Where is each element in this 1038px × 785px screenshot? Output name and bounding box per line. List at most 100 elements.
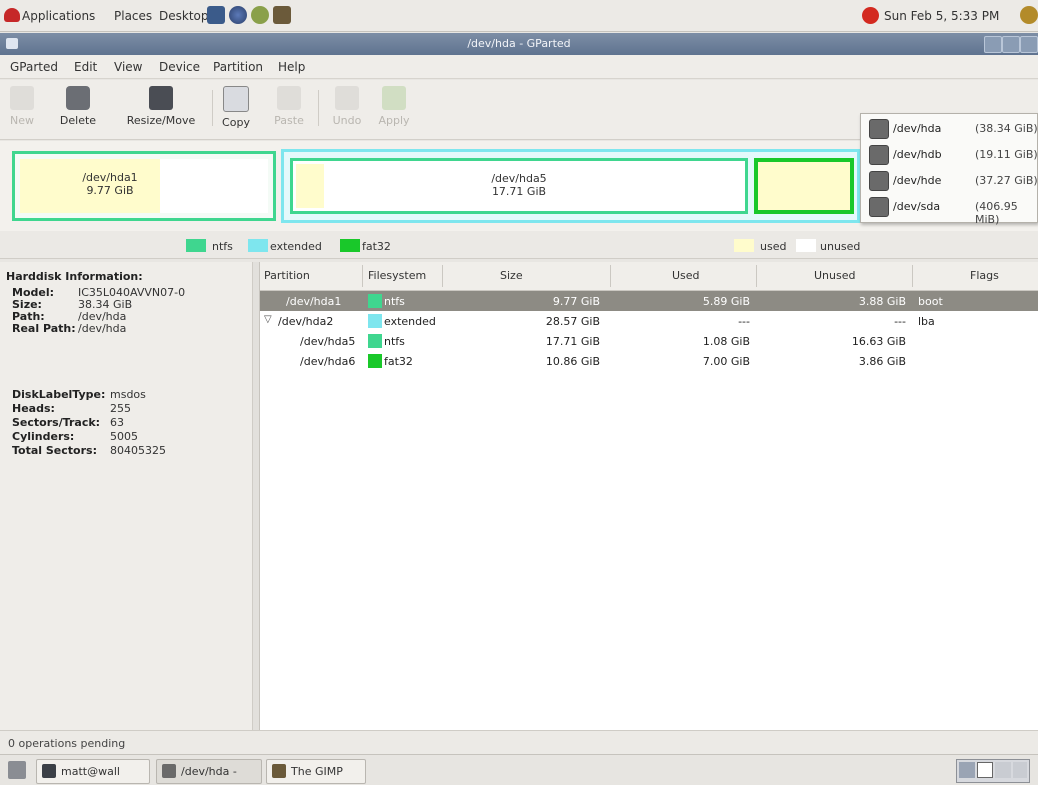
column-filesystem[interactable]: Filesystem	[368, 269, 426, 282]
cell-unused: ---	[894, 315, 906, 328]
undo-label: Undo	[332, 114, 362, 127]
cell-flags: lba	[918, 315, 935, 328]
toolbar-separator	[212, 90, 213, 126]
cell-unused: 3.88 GiB	[858, 295, 906, 308]
legend-ntfs: ntfs	[212, 240, 233, 253]
total-sectors-label: Total Sectors:	[12, 444, 97, 457]
redhat-icon[interactable]	[4, 8, 20, 22]
device-item[interactable]: /dev/hdb (19.11 GiB)	[861, 142, 1038, 168]
resize-move-label: Resize/Move	[126, 114, 196, 127]
new-button[interactable]: New	[8, 84, 36, 136]
expander-arrow-icon[interactable]: ▽	[264, 314, 272, 325]
menu-partition[interactable]: Partition	[213, 60, 263, 74]
cell-size: 17.71 GiB	[545, 335, 600, 348]
menu-gparted[interactable]: GParted	[10, 60, 58, 74]
resize-move-button[interactable]: Resize/Move	[118, 84, 204, 136]
cell-filesystem: ntfs	[384, 335, 405, 348]
clock[interactable]: Sun Feb 5, 5:33 PM	[884, 9, 999, 23]
menu-applications[interactable]: Applications	[22, 9, 95, 23]
gparted-icon	[162, 764, 176, 778]
menu-view[interactable]: View	[114, 60, 142, 74]
total-sectors-value: 80405325	[110, 444, 166, 457]
cell-size: 28.57 GiB	[545, 315, 600, 328]
close-button[interactable]	[1020, 36, 1038, 53]
ntfs-swatch	[368, 294, 382, 308]
column-partition[interactable]: Partition	[264, 269, 310, 282]
menubar: GParted Edit View Device Partition Help	[0, 55, 1038, 79]
file-manager-icon[interactable]	[207, 6, 225, 24]
workspace-3[interactable]	[995, 762, 1011, 778]
undo-button[interactable]: Undo	[330, 84, 364, 136]
gimp-icon[interactable]	[273, 6, 291, 24]
cell-partition: /dev/hda6	[300, 355, 356, 368]
device-item[interactable]: /dev/sda (406.95 MiB)	[861, 194, 1038, 226]
column-flags[interactable]: Flags	[970, 269, 999, 282]
harddisk-icon	[869, 119, 889, 139]
web-browser-icon[interactable]	[229, 6, 247, 24]
partition-block-hda2-extended[interactable]: /dev/hda5 17.71 GiB	[281, 149, 860, 223]
maximize-button[interactable]	[1002, 36, 1020, 53]
device-item[interactable]: /dev/hda (38.34 GiB)	[861, 116, 1038, 142]
apply-button[interactable]: Apply	[376, 84, 412, 136]
taskbar-label: /dev/hda -	[181, 765, 237, 778]
partition-table: Partition Filesystem Size Used Unused Fl…	[259, 262, 1038, 730]
real-path-value: /dev/hda	[78, 322, 127, 335]
delete-label: Delete	[59, 114, 97, 127]
partition-block-hda6[interactable]	[754, 158, 854, 214]
cell-used: 5.89 GiB	[702, 295, 750, 308]
window-titlebar[interactable]: /dev/hda - GParted	[0, 33, 1038, 55]
cell-filesystem: fat32	[384, 355, 413, 368]
workspace-switcher[interactable]	[956, 759, 1030, 783]
menu-places[interactable]: Places	[114, 9, 152, 23]
table-row[interactable]: /dev/hda6 fat32 10.86 GiB 7.00 GiB 3.86 …	[260, 351, 1038, 371]
table-row[interactable]: /dev/hda5 ntfs 17.71 GiB 1.08 GiB 16.63 …	[260, 331, 1038, 351]
new-label: New	[10, 114, 34, 127]
cell-used: 1.08 GiB	[702, 335, 750, 348]
taskbar-item-gimp[interactable]: The GIMP	[266, 759, 366, 784]
partition-block-hda1[interactable]: /dev/hda1 9.77 GiB	[12, 151, 276, 221]
minimize-button[interactable]	[984, 36, 1002, 53]
update-alert-icon[interactable]	[862, 7, 879, 24]
column-unused[interactable]: Unused	[814, 269, 855, 282]
menu-device[interactable]: Device	[159, 60, 200, 74]
table-row[interactable]: /dev/hda1 ntfs 9.77 GiB 5.89 GiB 3.88 Gi…	[260, 291, 1038, 311]
taskbar-item-gparted[interactable]: /dev/hda -	[156, 759, 262, 784]
device-size: (38.34 GiB)	[975, 122, 1038, 135]
menu-help[interactable]: Help	[278, 60, 305, 74]
legend-used: used	[760, 240, 787, 253]
fat32-swatch	[340, 239, 360, 252]
menu-desktop[interactable]: Desktop	[159, 9, 209, 23]
extended-swatch	[368, 314, 382, 328]
workspace-1[interactable]	[959, 762, 975, 778]
legend-fat32: fat32	[362, 240, 391, 253]
device-item[interactable]: /dev/hde (37.27 GiB)	[861, 168, 1038, 194]
cell-used: ---	[738, 315, 750, 328]
copy-label: Copy	[222, 116, 250, 129]
legend-extended: extended	[270, 240, 322, 253]
column-used[interactable]: Used	[672, 269, 700, 282]
copy-button[interactable]: Copy	[218, 84, 254, 136]
taskbar-label: The GIMP	[291, 765, 343, 778]
volume-icon[interactable]	[1020, 6, 1038, 24]
harddisk-icon	[869, 171, 889, 191]
table-row[interactable]: ▽ /dev/hda2 extended 28.57 GiB --- --- l…	[260, 311, 1038, 331]
copy-icon	[223, 86, 249, 112]
email-icon[interactable]	[251, 6, 269, 24]
workspace-4[interactable]	[1013, 762, 1027, 778]
menu-edit[interactable]: Edit	[74, 60, 97, 74]
cell-unused: 16.63 GiB	[851, 335, 906, 348]
device-path: /dev/hdb	[893, 148, 942, 161]
terminal-icon	[42, 764, 56, 778]
delete-button[interactable]: Delete	[58, 84, 98, 136]
heads-label: Heads:	[12, 402, 55, 415]
cell-flags: boot	[918, 295, 943, 308]
taskbar-item-terminal[interactable]: matt@wall	[36, 759, 150, 784]
column-size[interactable]: Size	[500, 269, 523, 282]
ntfs-swatch	[186, 239, 206, 252]
show-desktop-icon[interactable]	[8, 761, 26, 779]
workspace-2[interactable]	[977, 762, 993, 778]
device-size: (406.95 MiB)	[975, 200, 1018, 226]
partition-block-hda5[interactable]: /dev/hda5 17.71 GiB	[290, 158, 748, 214]
paste-button[interactable]: Paste	[272, 84, 306, 136]
new-icon	[10, 86, 34, 110]
